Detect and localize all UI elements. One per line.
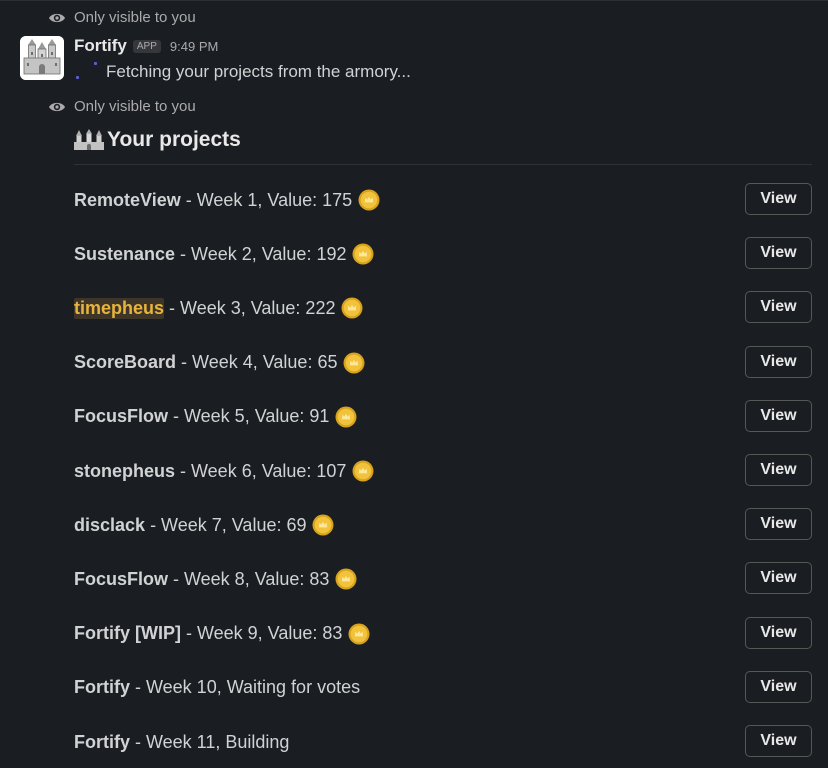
project-row: Fortify - Week 11, Building View	[74, 725, 812, 759]
coin-icon	[358, 189, 380, 211]
project-info: Fortify - Week 10, Waiting for votes	[74, 671, 360, 705]
projects-title: Your projects	[107, 128, 241, 151]
project-details: - Week 7, Value: 69	[145, 514, 307, 535]
view-button[interactable]: View	[745, 670, 812, 703]
view-button[interactable]: View	[745, 237, 812, 270]
ephemeral-note-label: Only visible to you	[74, 9, 196, 26]
project-details: - Week 6, Value: 107	[175, 460, 347, 481]
projects-heading: Your projects	[74, 128, 241, 152]
app-badge: APP	[132, 40, 161, 53]
project-row: Fortify - Week 10, Waiting for votes View	[74, 670, 812, 705]
project-row: stonepheus - Week 6, Value: 107 View	[74, 454, 812, 488]
project-row: Fortify [WIP] - Week 9, Value: 83 View	[74, 616, 812, 651]
loading-message: Fetching your projects from the armory..…	[74, 61, 411, 83]
project-row: disclack - Week 7, Value: 69 View	[74, 508, 812, 542]
project-row: ScoreBoard - Week 4, Value: 65 View	[74, 345, 812, 380]
project-info: stonepheus - Week 6, Value: 107	[74, 454, 374, 488]
project-details: - Week 4, Value: 65	[176, 352, 338, 373]
project-name: FocusFlow	[74, 568, 168, 589]
castle-icon	[20, 36, 64, 80]
project-name: Fortify	[74, 731, 130, 752]
project-row: timepheus - Week 3, Value: 222 View	[74, 291, 812, 325]
eye-icon	[49, 13, 65, 22]
message-timestamp[interactable]: 9:49 PM	[170, 39, 218, 54]
project-details: - Week 3, Value: 222	[164, 297, 336, 318]
project-info: Fortify [WIP] - Week 9, Value: 83	[74, 617, 370, 651]
ephemeral-note: Only visible to you	[48, 9, 196, 26]
view-button[interactable]: View	[745, 725, 812, 757]
project-details: - Week 8, Value: 83	[168, 568, 330, 589]
ephemeral-note-label: Only visible to you	[74, 98, 196, 115]
coin-icon	[335, 406, 357, 428]
project-info: FocusFlow - Week 8, Value: 83	[74, 562, 357, 596]
coin-icon	[341, 297, 363, 319]
loading-spinner-icon	[74, 61, 100, 83]
project-info: FocusFlow - Week 5, Value: 91	[74, 400, 357, 434]
project-details: - Week 9, Value: 83	[180, 623, 343, 644]
project-info: ScoreBoard - Week 4, Value: 65	[74, 346, 365, 380]
project-name: RemoteView	[74, 189, 181, 210]
coin-icon	[352, 243, 374, 265]
project-details: - Week 10, Waiting for votes	[130, 677, 361, 698]
project-name: Fortify	[74, 677, 130, 698]
coin-icon	[348, 623, 370, 645]
view-button[interactable]: View	[745, 454, 812, 486]
castle-icon	[74, 129, 104, 150]
loading-text: Fetching your projects from the armory..…	[106, 62, 411, 81]
view-button[interactable]: View	[745, 183, 812, 215]
project-info: timepheus - Week 3, Value: 222	[74, 291, 363, 325]
view-button[interactable]: View	[745, 345, 812, 378]
view-button[interactable]: View	[745, 508, 812, 541]
view-button[interactable]: View	[745, 291, 812, 324]
project-details: - Week 5, Value: 91	[168, 406, 330, 427]
project-row: FocusFlow - Week 5, Value: 91 View	[74, 399, 812, 434]
project-row: Sustenance - Week 2, Value: 192 View	[74, 237, 812, 271]
eye-icon	[49, 102, 65, 111]
view-button[interactable]: View	[745, 399, 812, 432]
project-name: Sustenance	[74, 243, 176, 264]
project-name: stonepheus	[74, 460, 176, 481]
app-name[interactable]: Fortify	[74, 36, 127, 56]
project-info: Sustenance - Week 2, Value: 192	[74, 237, 374, 271]
coin-icon	[312, 514, 334, 536]
project-details: - Week 1, Value: 175	[180, 189, 353, 210]
app-avatar[interactable]	[20, 36, 64, 80]
view-button[interactable]: View	[745, 616, 812, 649]
project-info: Fortify - Week 11, Building	[74, 725, 289, 759]
project-name: Fortify [WIP]	[74, 623, 181, 644]
ephemeral-note: Only visible to you	[48, 98, 196, 115]
view-button[interactable]: View	[745, 562, 812, 595]
project-row: RemoteView - Week 1, Value: 175 View	[74, 183, 812, 217]
section-divider	[74, 164, 812, 165]
project-name: ScoreBoard	[74, 352, 177, 373]
coin-icon	[335, 568, 357, 590]
project-name: disclack	[74, 514, 146, 535]
coin-icon	[352, 460, 374, 482]
project-name: FocusFlow	[74, 406, 168, 427]
project-name: timepheus	[74, 297, 165, 319]
coin-icon	[343, 352, 365, 374]
top-divider	[0, 0, 828, 1]
project-info: RemoteView - Week 1, Value: 175	[74, 183, 380, 217]
project-info: disclack - Week 7, Value: 69	[74, 508, 334, 542]
project-row: FocusFlow - Week 8, Value: 83 View	[74, 562, 812, 596]
project-details: - Week 11, Building	[130, 731, 290, 752]
message-header: Fortify APP 9:49 PM	[74, 36, 218, 56]
project-details: - Week 2, Value: 192	[175, 243, 347, 264]
